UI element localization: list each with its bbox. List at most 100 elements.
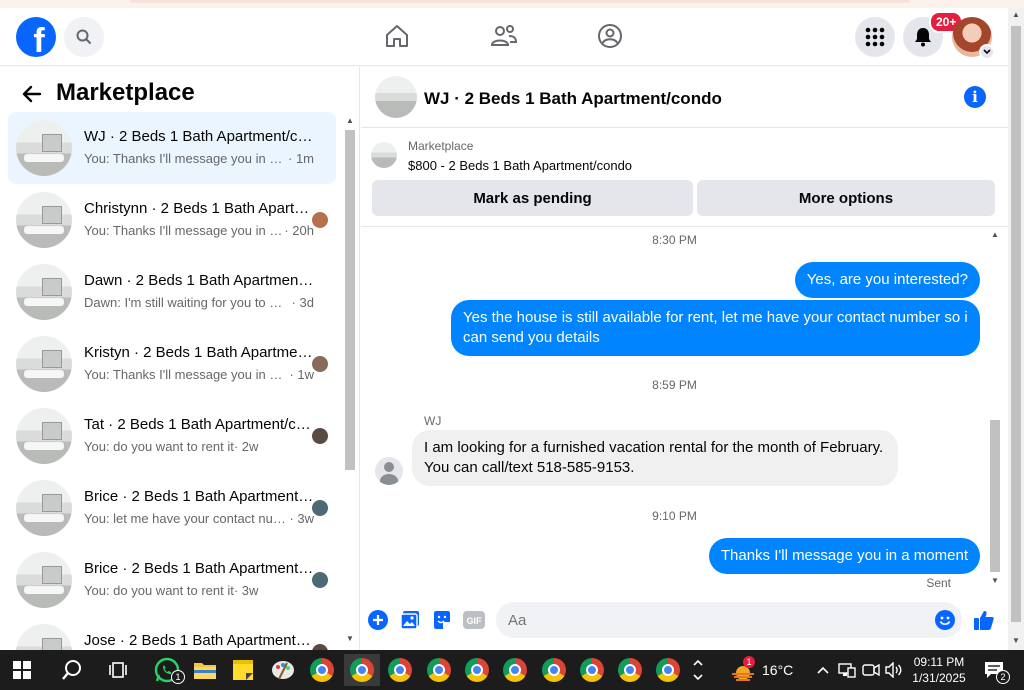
conversation-item[interactable]: Kristyn · 2 Beds 1 Bath Apartment/condo Y… bbox=[8, 328, 336, 400]
taskbar-chrome-window[interactable] bbox=[423, 654, 455, 686]
listing-thumbnail bbox=[16, 264, 72, 320]
attach-photo-button[interactable] bbox=[399, 609, 421, 631]
conversation-item[interactable]: Brice · 2 Beds 1 Bath Apartment/condo You… bbox=[8, 544, 336, 616]
menu-button[interactable] bbox=[855, 17, 895, 57]
scroll-up-arrow-icon[interactable]: ▲ bbox=[346, 116, 354, 125]
scroll-down-arrow-icon[interactable]: ▼ bbox=[1012, 636, 1020, 645]
incoming-message[interactable]: I am looking for a furnished vacation re… bbox=[412, 430, 898, 486]
participant-avatar bbox=[312, 212, 328, 228]
conversation-preview-text: You: let me have your contact number bbox=[84, 511, 290, 526]
back-arrow-icon bbox=[22, 85, 42, 103]
conversation-preview: You: Thanks I'll message you in a moment… bbox=[84, 151, 314, 166]
conversation-name: Kristyn · 2 Beds 1 Bath Apartment/condo bbox=[84, 344, 314, 361]
gif-button[interactable]: GIF bbox=[462, 609, 486, 631]
more-options-button[interactable]: More options bbox=[697, 180, 995, 216]
timestamp: 8:59 PM bbox=[652, 378, 697, 392]
back-button[interactable] bbox=[20, 82, 44, 106]
facebook-logo-icon[interactable]: f bbox=[16, 17, 56, 57]
taskbar-sticky-notes[interactable] bbox=[227, 654, 259, 686]
action-center-button[interactable]: 2 bbox=[978, 654, 1010, 686]
task-view-button[interactable] bbox=[103, 654, 135, 686]
taskbar-chrome-profile[interactable] bbox=[306, 654, 338, 686]
conversation-list-scrollbar-thumb[interactable] bbox=[345, 130, 355, 470]
taskbar-chrome-active[interactable] bbox=[344, 654, 380, 686]
outgoing-message[interactable]: Thanks I'll message you in a moment bbox=[708, 538, 980, 574]
temperature-label: 16°C bbox=[762, 662, 794, 678]
bell-icon bbox=[915, 28, 931, 47]
taskbar-chrome-window[interactable] bbox=[576, 654, 608, 686]
conversation-item[interactable]: WJ · 2 Beds 1 Bath Apartment/condo You: T… bbox=[8, 112, 336, 184]
conversation-name: Christynn · 2 Beds 1 Bath Apartment/cond… bbox=[84, 200, 314, 217]
sticky-notes-icon bbox=[233, 660, 253, 680]
network-button[interactable] bbox=[836, 654, 858, 686]
message-composer: GIF bbox=[361, 596, 1008, 644]
action-center-badge: 2 bbox=[996, 670, 1010, 684]
taskbar-file-explorer[interactable] bbox=[189, 654, 221, 686]
info-icon[interactable]: i bbox=[964, 86, 986, 108]
taskbar-chrome-window[interactable] bbox=[384, 654, 416, 686]
chat-listing-thumbnail[interactable] bbox=[375, 76, 417, 118]
emoji-button[interactable] bbox=[934, 609, 956, 631]
listing-title[interactable]: $800 - 2 Beds 1 Bath Apartment/condo bbox=[408, 158, 632, 173]
like-button[interactable] bbox=[973, 609, 995, 631]
marketplace-chat-list-panel: Marketplace WJ · 2 Beds 1 Bath Apartment… bbox=[0, 66, 360, 650]
message-thread-scrollbar[interactable]: ▲ ▼ bbox=[988, 228, 1002, 590]
scroll-down-arrow-icon[interactable]: ▼ bbox=[346, 634, 354, 643]
page-scrollbar-thumb[interactable] bbox=[1011, 26, 1021, 622]
listing-thumbnail bbox=[16, 624, 72, 650]
conversation-item[interactable]: Tat · 2 Beds 1 Bath Apartment/condo You: … bbox=[8, 400, 336, 472]
friends-nav-button[interactable] bbox=[490, 22, 518, 50]
weather-badge: 1 bbox=[743, 656, 755, 668]
profile-avatar-button[interactable] bbox=[952, 17, 995, 60]
outgoing-message[interactable]: Yes the house is still available for ren… bbox=[451, 300, 980, 356]
conversation-item[interactable]: Jose · 2 Beds 1 Bath Apartment/condo bbox=[8, 616, 336, 650]
conversation-item[interactable]: Brice · 2 Beds 1 Bath Apartment/condo You… bbox=[8, 472, 336, 544]
meet-now-button[interactable] bbox=[860, 654, 882, 686]
conversation-item[interactable]: Christynn · 2 Beds 1 Bath Apartment/cond… bbox=[8, 184, 336, 256]
conversation-time: · 3d bbox=[291, 295, 314, 310]
message-thread: 8:30 PM Yes, are you interested? Yes the… bbox=[361, 228, 988, 590]
taskbar-scroll-arrows[interactable] bbox=[690, 654, 706, 686]
conversation-name: Dawn · 2 Beds 1 Bath Apartment/condo bbox=[84, 272, 314, 289]
message-thread-scrollbar-thumb[interactable] bbox=[990, 420, 1000, 572]
taskbar-whatsapp[interactable]: 1 bbox=[151, 654, 185, 686]
system-clock[interactable]: 09:11 PM 1/31/2025 bbox=[907, 654, 971, 686]
sticker-button[interactable] bbox=[431, 609, 453, 631]
conversation-list-scrollbar[interactable]: ▲ ▼ bbox=[343, 114, 357, 648]
taskbar-chrome-window[interactable] bbox=[652, 654, 684, 686]
taskbar-search-button[interactable] bbox=[56, 654, 88, 686]
conversation-preview-text: Dawn: I'm still waiting for you to messa… bbox=[84, 295, 292, 310]
home-nav-button[interactable] bbox=[383, 22, 411, 50]
chat-title[interactable]: WJ · 2 Beds 1 Bath Apartment/condo bbox=[424, 89, 722, 109]
search-button[interactable] bbox=[64, 17, 104, 57]
listing-thumbnail[interactable] bbox=[371, 142, 397, 168]
show-hidden-icons-button[interactable] bbox=[812, 654, 834, 686]
message-input[interactable] bbox=[496, 602, 962, 638]
conversation-item[interactable]: Dawn · 2 Beds 1 Bath Apartment/condo Dawn… bbox=[8, 256, 336, 328]
home-icon bbox=[386, 25, 408, 47]
sender-name: WJ bbox=[424, 414, 442, 428]
scroll-up-arrow-icon[interactable]: ▲ bbox=[991, 230, 999, 239]
start-button[interactable] bbox=[6, 654, 38, 686]
outgoing-message[interactable]: Yes, are you interested? bbox=[794, 262, 980, 298]
chrome-icon bbox=[618, 658, 642, 682]
taskbar-chrome-window[interactable] bbox=[499, 654, 531, 686]
taskbar-chrome-window[interactable] bbox=[614, 654, 646, 686]
sender-avatar[interactable] bbox=[375, 457, 403, 485]
chevron-up-icon bbox=[817, 666, 829, 674]
weather-widget-button[interactable]: 1 bbox=[727, 654, 759, 686]
conversation-name: Tat · 2 Beds 1 Bath Apartment/condo bbox=[84, 416, 314, 433]
scroll-up-arrow-icon[interactable]: ▲ bbox=[1012, 10, 1020, 19]
scroll-down-arrow-icon[interactable]: ▼ bbox=[991, 576, 999, 585]
taskbar-chrome-window[interactable] bbox=[538, 654, 570, 686]
groups-nav-button[interactable] bbox=[596, 22, 624, 50]
sticker-icon bbox=[434, 611, 450, 629]
volume-button[interactable] bbox=[883, 654, 905, 686]
more-actions-button[interactable] bbox=[367, 609, 389, 631]
taskbar-paint[interactable] bbox=[267, 654, 299, 686]
conversation-preview: You: Thanks I'll message you in a moment… bbox=[84, 367, 314, 382]
participant-avatar bbox=[312, 572, 328, 588]
page-scrollbar[interactable]: ▲ ▼ bbox=[1008, 8, 1024, 650]
mark-as-pending-button[interactable]: Mark as pending bbox=[372, 180, 693, 216]
taskbar-chrome-window[interactable] bbox=[461, 654, 493, 686]
